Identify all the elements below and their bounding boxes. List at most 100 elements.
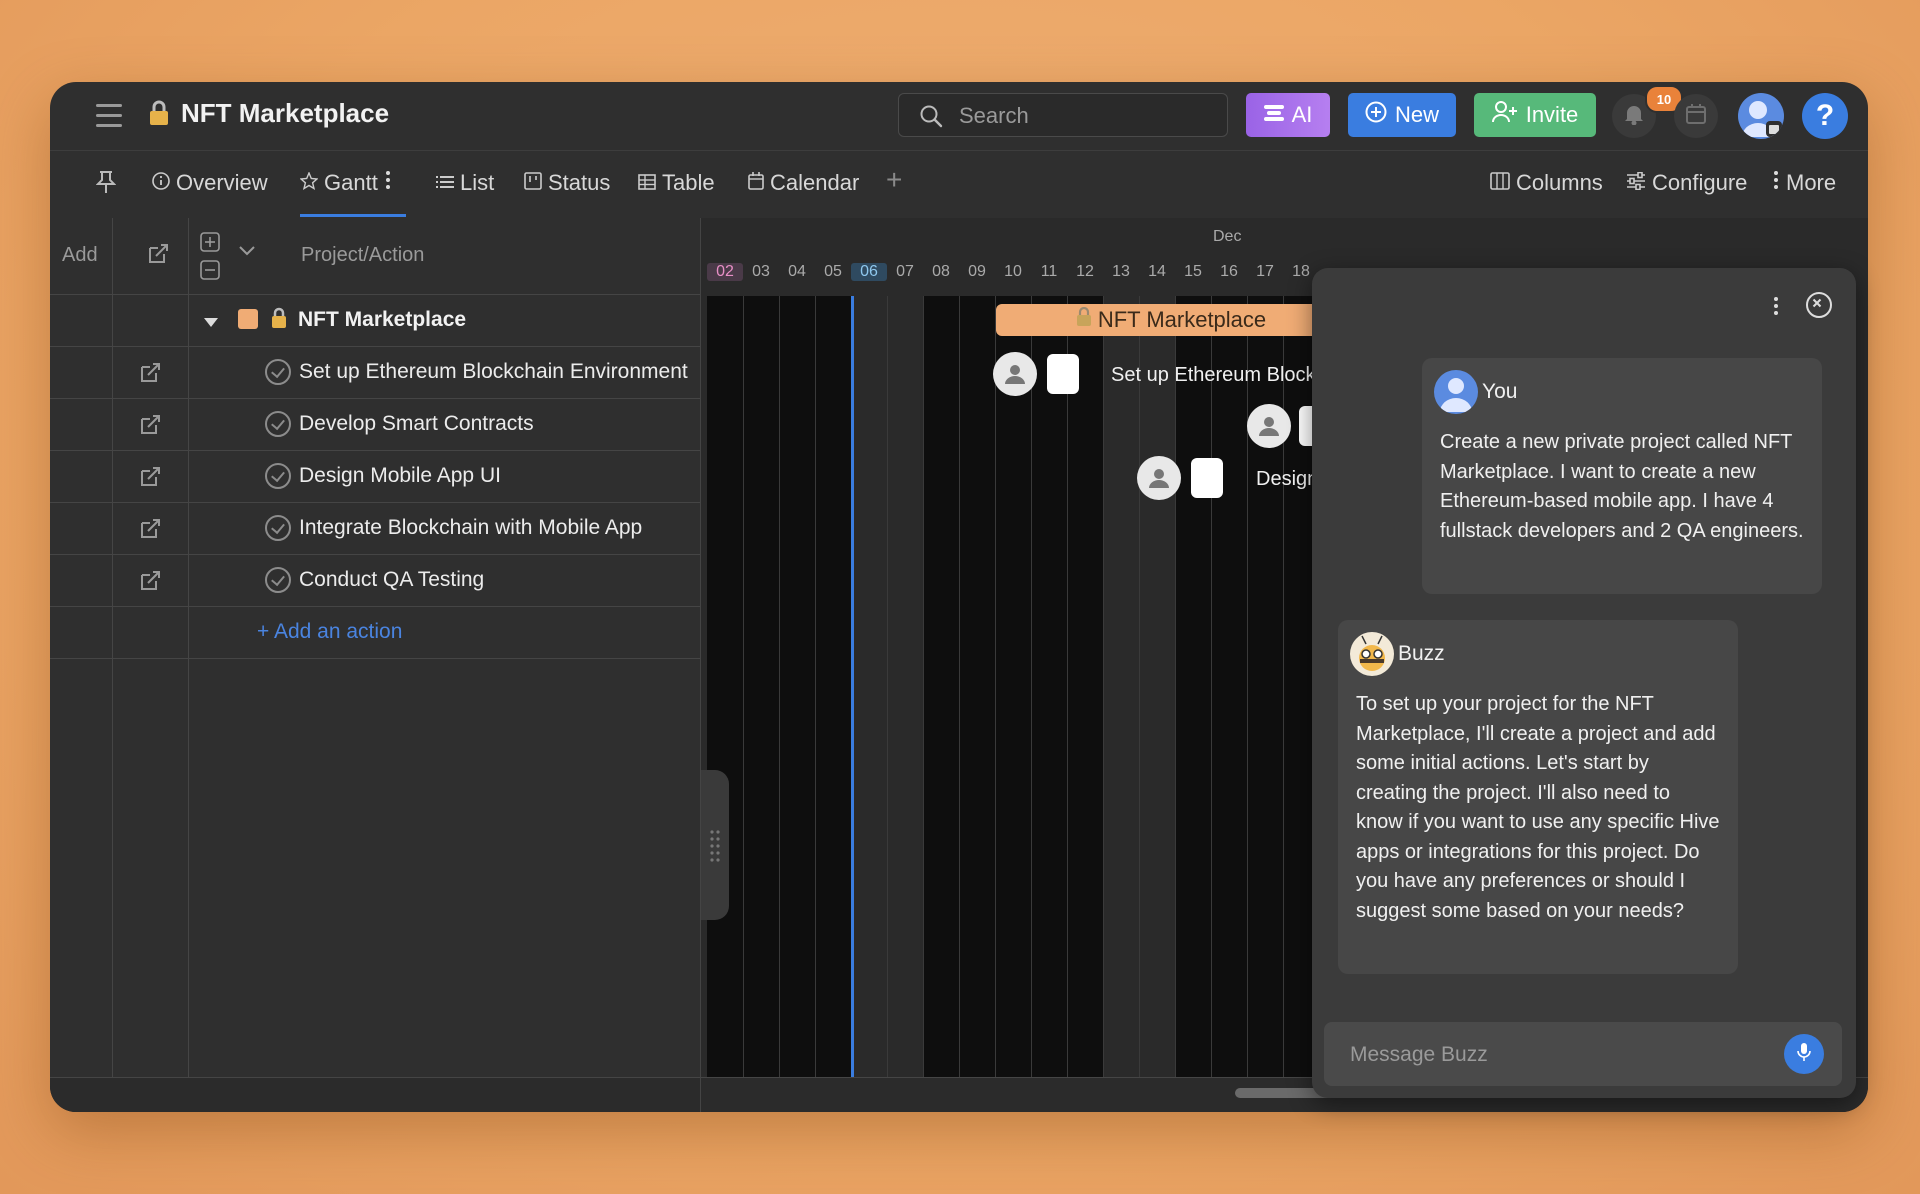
table-icon bbox=[638, 170, 656, 196]
user-message-text: Create a new private project called NFT … bbox=[1440, 431, 1804, 542]
assignee-avatar-icon[interactable] bbox=[1247, 404, 1291, 448]
chat-options-kebab-icon[interactable] bbox=[1772, 296, 1780, 321]
tab-table[interactable]: Table bbox=[638, 170, 715, 196]
complete-check-icon[interactable] bbox=[265, 515, 291, 541]
invite-button[interactable]: Invite bbox=[1474, 93, 1596, 137]
edit-action-icon[interactable] bbox=[138, 413, 162, 442]
microphone-button[interactable] bbox=[1784, 1034, 1824, 1074]
gantt-grid-line bbox=[887, 296, 888, 1078]
add-column-header[interactable]: Add bbox=[62, 244, 98, 267]
gantt-month-label: Dec bbox=[1213, 228, 1242, 245]
action-name[interactable]: Develop Smart Contracts bbox=[299, 412, 699, 436]
hamburger-menu-icon[interactable] bbox=[96, 104, 122, 128]
tab-list-label: List bbox=[460, 170, 495, 195]
message-composer bbox=[1324, 1022, 1842, 1088]
close-chat-icon[interactable] bbox=[1806, 292, 1832, 318]
buzz-chat-panel: You Create a new private project called … bbox=[1312, 268, 1856, 1098]
top-bar: NFT Marketplace AI New Invite 10 bbox=[50, 82, 1868, 151]
search-icon bbox=[919, 104, 943, 133]
tab-status[interactable]: Status bbox=[524, 170, 610, 196]
table-row[interactable]: Set up Ethereum Blockchain Environment bbox=[50, 347, 700, 399]
add-user-icon bbox=[1491, 101, 1518, 129]
gantt-grid-line bbox=[1103, 296, 1104, 1078]
project-name[interactable]: NFT Marketplace bbox=[298, 308, 466, 332]
complete-check-icon[interactable] bbox=[265, 359, 291, 385]
search-box[interactable] bbox=[898, 93, 1228, 138]
tab-gantt-kebab-icon[interactable] bbox=[384, 170, 392, 196]
calendar-button[interactable] bbox=[1674, 94, 1718, 138]
ai-button-label: AI bbox=[1291, 102, 1313, 127]
more-button[interactable]: More bbox=[1772, 170, 1836, 196]
gantt-day-label: 17 bbox=[1256, 263, 1274, 280]
assignee-avatar-icon[interactable] bbox=[1137, 456, 1181, 500]
configure-button[interactable]: Configure bbox=[1626, 170, 1747, 196]
assignee-avatar-icon[interactable] bbox=[993, 352, 1037, 396]
caret-down-icon[interactable] bbox=[204, 315, 218, 333]
help-button[interactable]: ? bbox=[1802, 93, 1848, 139]
tab-gantt-label: Gantt bbox=[324, 170, 378, 195]
gantt-grid-line bbox=[743, 296, 744, 1078]
edit-action-icon[interactable] bbox=[138, 361, 162, 390]
user-name: You bbox=[1482, 380, 1518, 403]
tab-calendar[interactable]: Calendar bbox=[748, 170, 859, 196]
complete-check-icon[interactable] bbox=[265, 411, 291, 437]
add-action-link[interactable]: + Add an action bbox=[257, 620, 402, 644]
add-action-row: + Add an action bbox=[50, 607, 700, 659]
gantt-task-bar[interactable] bbox=[1047, 354, 1079, 394]
gantt-task-bar[interactable] bbox=[1191, 458, 1223, 498]
calendar-icon bbox=[1685, 103, 1707, 130]
assistant-message-text: To set up your project for the NFT Marke… bbox=[1356, 693, 1720, 922]
microphone-icon bbox=[1797, 1042, 1811, 1067]
table-row[interactable]: Integrate Blockchain with Mobile App bbox=[50, 503, 700, 555]
table-row[interactable]: Design Mobile App UI bbox=[50, 451, 700, 503]
new-button[interactable]: New bbox=[1348, 93, 1456, 137]
expand-all-icon[interactable] bbox=[200, 232, 220, 257]
tab-calendar-label: Calendar bbox=[770, 170, 860, 195]
list-icon bbox=[436, 170, 454, 196]
gantt-grid-line bbox=[1031, 296, 1032, 1078]
gantt-grid-line bbox=[1175, 296, 1176, 1078]
more-label: More bbox=[1786, 170, 1837, 195]
kebab-icon bbox=[1772, 170, 1780, 196]
search-input[interactable] bbox=[957, 94, 1221, 138]
edit-action-icon[interactable] bbox=[138, 517, 162, 546]
table-header: Add Project/Action bbox=[50, 218, 700, 295]
action-name[interactable]: Set up Ethereum Blockchain Environment bbox=[299, 360, 699, 384]
tab-gantt[interactable]: Gantt bbox=[299, 170, 406, 217]
tab-list[interactable]: List bbox=[436, 170, 494, 196]
tab-status-label: Status bbox=[548, 170, 611, 195]
ai-button[interactable]: AI bbox=[1246, 93, 1330, 137]
gantt-grid-line bbox=[959, 296, 960, 1078]
gantt-day-label: 09 bbox=[968, 263, 986, 280]
panel-resize-handle[interactable] bbox=[701, 770, 729, 920]
gantt-day-label: 10 bbox=[1004, 263, 1022, 280]
assistant-name: Buzz bbox=[1398, 642, 1445, 665]
pin-icon[interactable] bbox=[96, 170, 116, 194]
gantt-project-bar[interactable]: NFT Marketplace bbox=[996, 304, 1326, 336]
edit-action-icon[interactable] bbox=[138, 569, 162, 598]
complete-check-icon[interactable] bbox=[265, 463, 291, 489]
tab-overview[interactable]: Overview bbox=[152, 170, 268, 196]
table-row[interactable]: Develop Smart Contracts bbox=[50, 399, 700, 451]
project-row[interactable]: NFT Marketplace bbox=[50, 295, 700, 347]
gantt-day-label: 05 bbox=[824, 263, 842, 280]
action-name[interactable]: Design Mobile App UI bbox=[299, 464, 699, 488]
table-row[interactable]: Conduct QA Testing bbox=[50, 555, 700, 607]
columns-button[interactable]: Columns bbox=[1490, 170, 1603, 196]
action-table: Add Project/Action NFT Marketplace Set u… bbox=[50, 218, 701, 1112]
collapse-all-icon[interactable] bbox=[200, 260, 220, 285]
action-name[interactable]: Integrate Blockchain with Mobile App bbox=[299, 516, 699, 540]
chevron-down-icon[interactable] bbox=[238, 244, 256, 263]
user-avatar[interactable] bbox=[1738, 93, 1784, 139]
add-view-button[interactable]: + bbox=[886, 164, 902, 196]
action-name[interactable]: Conduct QA Testing bbox=[299, 568, 699, 592]
complete-check-icon[interactable] bbox=[265, 567, 291, 593]
gantt-day-label: 14 bbox=[1148, 263, 1166, 280]
calendar-tab-icon bbox=[748, 170, 764, 196]
project-title: NFT Marketplace bbox=[181, 98, 390, 128]
project-color-swatch bbox=[238, 309, 258, 329]
edit-header-icon[interactable] bbox=[146, 242, 170, 271]
message-input[interactable] bbox=[1348, 1022, 1772, 1088]
gantt-day-label: 07 bbox=[896, 263, 914, 280]
edit-action-icon[interactable] bbox=[138, 465, 162, 494]
